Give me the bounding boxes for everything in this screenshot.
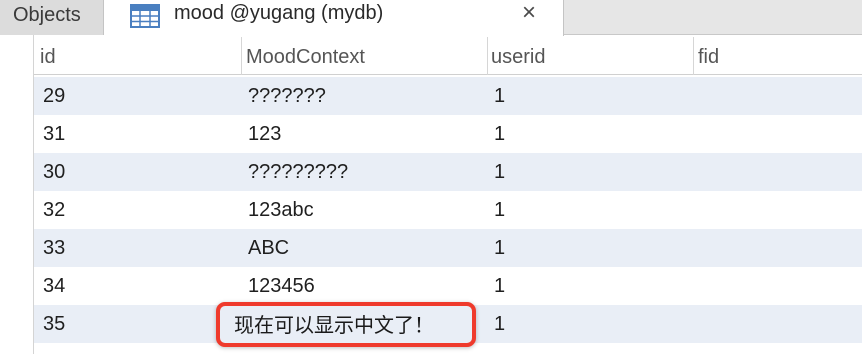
column-header-id[interactable]: id <box>34 37 242 75</box>
cell-id[interactable]: 30 <box>34 153 251 191</box>
cell-id[interactable]: 33 <box>34 229 251 267</box>
cell-fid[interactable] <box>694 191 862 229</box>
cell-fid[interactable] <box>694 77 862 115</box>
table-row[interactable]: 29 ??????? 1 <box>34 77 862 115</box>
table-grid-icon <box>130 4 160 33</box>
table-row[interactable]: 30 ????????? 1 <box>34 153 862 191</box>
cell-userid[interactable]: 1 <box>488 115 700 153</box>
tab-bar: Objects mood @yugang (mydb) × <box>0 0 862 36</box>
table-row[interactable]: 34 123456 1 <box>34 267 862 305</box>
cell-userid[interactable]: 1 <box>488 153 700 191</box>
cell-moodcontext[interactable]: ABC <box>242 229 494 267</box>
cell-moodcontext[interactable]: 123 <box>242 115 494 153</box>
cell-fid[interactable] <box>694 305 862 343</box>
tab-objects[interactable]: Objects <box>0 0 104 35</box>
close-icon[interactable]: × <box>522 1 536 25</box>
cell-moodcontext[interactable]: ??????? <box>242 77 494 115</box>
highlighted-cell-moodcontext[interactable]: 现在可以显示中文了！ <box>216 302 476 347</box>
cell-id[interactable]: 34 <box>34 267 251 305</box>
cell-moodcontext[interactable]: 123abc <box>242 191 494 229</box>
column-header-moodcontext[interactable]: MoodContext <box>242 37 488 75</box>
column-header-userid[interactable]: userid <box>488 37 694 75</box>
table-row[interactable]: 32 123abc 1 <box>34 191 862 229</box>
cell-id[interactable]: 29 <box>34 77 251 115</box>
cell-fid[interactable] <box>694 153 862 191</box>
cell-userid[interactable]: 1 <box>488 191 700 229</box>
tab-title: mood @yugang (mydb) <box>174 2 384 24</box>
cell-moodcontext[interactable]: ????????? <box>242 153 494 191</box>
cell-moodcontext[interactable]: 123456 <box>242 267 494 305</box>
cell-fid[interactable] <box>694 267 862 305</box>
column-header-fid[interactable]: fid <box>694 37 862 75</box>
table-header: id MoodContext userid fid <box>34 37 862 75</box>
cell-fid[interactable] <box>694 115 862 153</box>
cell-id[interactable]: 32 <box>34 191 251 229</box>
cell-id[interactable]: 31 <box>34 115 251 153</box>
tab-mood-table[interactable]: mood @yugang (mydb) × <box>104 0 564 36</box>
table-row[interactable]: 31 123 1 <box>34 115 862 153</box>
cell-userid[interactable]: 1 <box>488 267 700 305</box>
cell-userid[interactable]: 1 <box>488 77 700 115</box>
cell-userid[interactable]: 1 <box>488 229 700 267</box>
cell-userid[interactable]: 1 <box>488 305 700 343</box>
table-row[interactable]: 33 ABC 1 <box>34 229 862 267</box>
cell-fid[interactable] <box>694 229 862 267</box>
